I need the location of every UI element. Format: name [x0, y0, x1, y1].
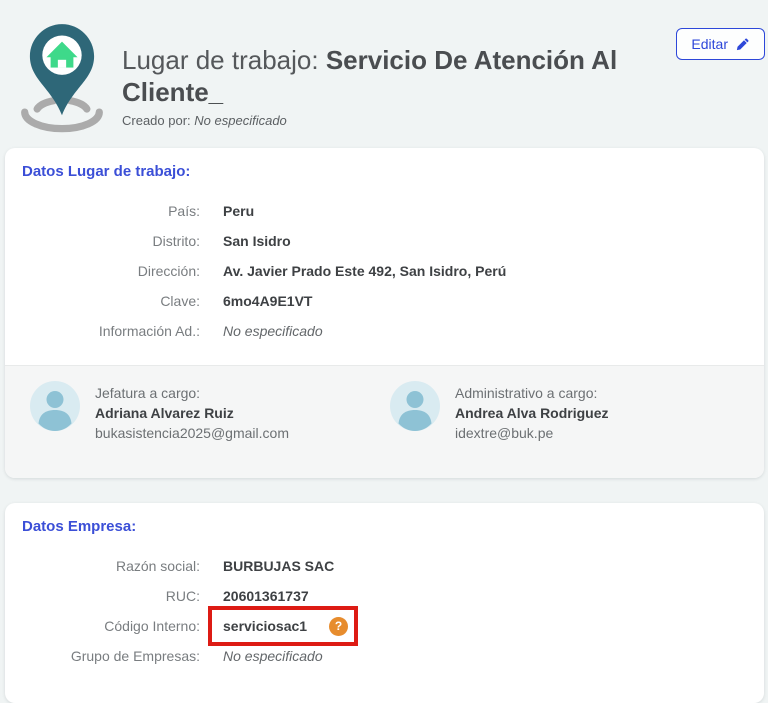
contact-jefatura: Jefatura a cargo: Adriana Alvarez Ruiz b…	[30, 381, 289, 443]
field-label: RUC:	[5, 588, 200, 604]
contact-administrativo: Administrativo a cargo: Andrea Alva Rodr…	[390, 381, 609, 443]
created-by-label: Creado por:	[122, 113, 191, 128]
contact-role: Jefatura a cargo:	[95, 383, 289, 403]
company-card-heading: Datos Empresa:	[5, 503, 764, 536]
company-fields: Razón social: BURBUJAS SAC RUC: 20601361…	[5, 536, 764, 671]
company-data-card: Datos Empresa: Razón social: BURBUJAS SA…	[5, 503, 764, 703]
field-label: Razón social:	[5, 558, 200, 574]
contacts-footer: Jefatura a cargo: Adriana Alvarez Ruiz b…	[5, 365, 764, 478]
field-value: No especificado	[223, 648, 323, 664]
title-prefix: Lugar de trabajo:	[122, 45, 326, 75]
title-block: Lugar de trabajo: Servicio De Atención A…	[122, 44, 674, 128]
field-value: No especificado	[223, 323, 323, 339]
avatar	[30, 381, 80, 436]
field-row-codigo-interno: Código Interno: serviciosac1 ?	[5, 611, 764, 641]
created-by-line: Creado por: No especificado	[122, 113, 674, 128]
field-row-clave: Clave: 6mo4A9E1VT	[5, 286, 764, 316]
field-label: Información Ad.:	[5, 323, 200, 339]
page-title: Lugar de trabajo: Servicio De Atención A…	[122, 44, 674, 108]
field-row-direccion: Dirección: Av. Javier Prado Este 492, Sa…	[5, 256, 764, 286]
workplace-card-heading: Datos Lugar de trabajo:	[5, 148, 764, 181]
contact-email: idextre@buk.pe	[455, 423, 609, 443]
codigo-interno-highlight: serviciosac1 ?	[223, 617, 348, 636]
field-label: Código Interno:	[5, 618, 200, 634]
field-value: 6mo4A9E1VT	[223, 293, 312, 309]
workplace-pin-icon	[16, 22, 108, 143]
field-value: 20601361737	[223, 588, 309, 604]
help-icon[interactable]: ?	[329, 617, 348, 636]
field-row-grupo-empresas: Grupo de Empresas: No especificado	[5, 641, 764, 671]
field-value: Av. Javier Prado Este 492, San Isidro, P…	[223, 263, 506, 279]
edit-button[interactable]: Editar	[676, 28, 765, 60]
field-row-pais: País: Peru	[5, 196, 764, 226]
avatar	[390, 381, 440, 436]
pencil-icon	[735, 37, 750, 52]
field-value: serviciosac1	[223, 618, 307, 634]
field-row-informacion-ad: Información Ad.: No especificado	[5, 316, 764, 346]
contact-name: Adriana Alvarez Ruiz	[95, 403, 289, 423]
field-label: Grupo de Empresas:	[5, 648, 200, 664]
field-label: Clave:	[5, 293, 200, 309]
contact-role: Administrativo a cargo:	[455, 383, 609, 403]
contact-email: bukasistencia2025@gmail.com	[95, 423, 289, 443]
created-by-value: No especificado	[194, 113, 287, 128]
page-header: Lugar de trabajo: Servicio De Atención A…	[0, 0, 768, 148]
field-value: Peru	[223, 203, 254, 219]
workplace-fields: País: Peru Distrito: San Isidro Direcció…	[5, 181, 764, 346]
field-label: Dirección:	[5, 263, 200, 279]
field-row-distrito: Distrito: San Isidro	[5, 226, 764, 256]
edit-button-label: Editar	[691, 36, 728, 52]
field-label: País:	[5, 203, 200, 219]
contact-name: Andrea Alva Rodriguez	[455, 403, 609, 423]
field-row-ruc: RUC: 20601361737	[5, 581, 764, 611]
field-row-razon-social: Razón social: BURBUJAS SAC	[5, 551, 764, 581]
field-label: Distrito:	[5, 233, 200, 249]
field-value: BURBUJAS SAC	[223, 558, 334, 574]
field-value: San Isidro	[223, 233, 291, 249]
workplace-data-card: Datos Lugar de trabajo: País: Peru Distr…	[5, 148, 764, 478]
